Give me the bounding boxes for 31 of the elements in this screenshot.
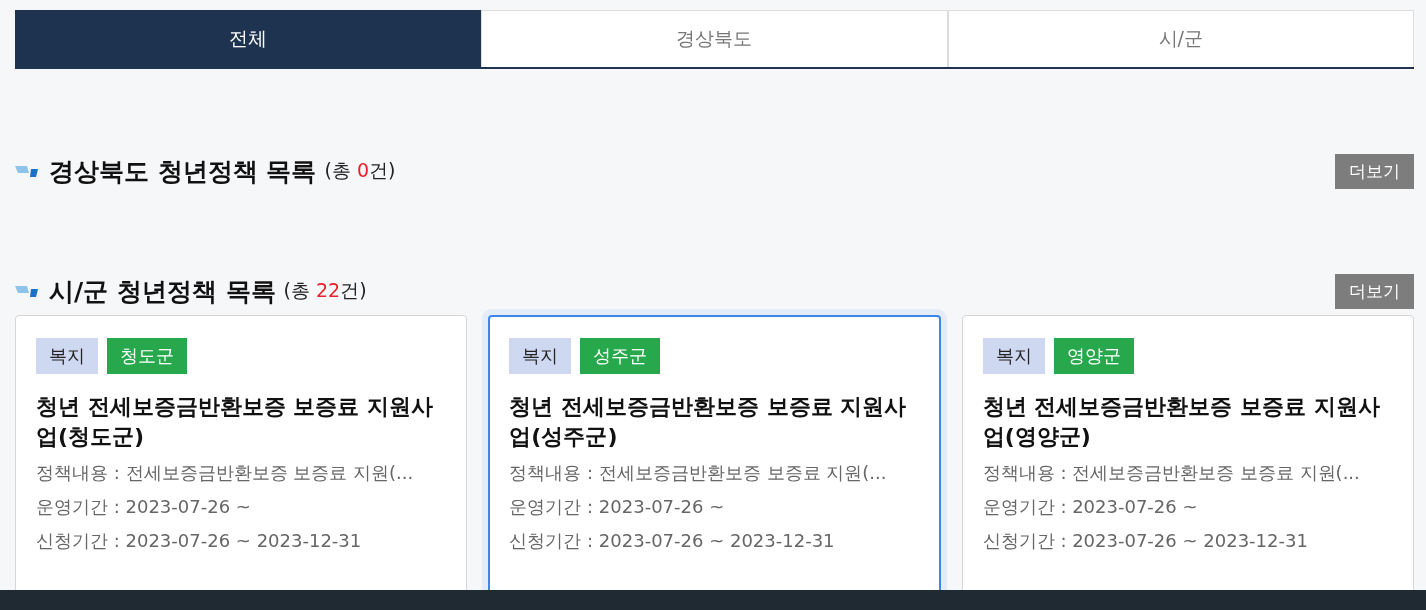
tab[interactable]: 전체 (15, 10, 482, 67)
policy-detail: 신청기간 : 2023-07-26 ~ 2023-12-31 (36, 529, 363, 553)
region-tag: 청도군 (107, 338, 187, 374)
policy-title: 청년 전세보증금반환보증 보증료 지원사업(영양군) (982, 393, 1381, 451)
more-button[interactable]: 더보기 (1335, 273, 1414, 309)
item-count: (총 0건) (324, 158, 396, 183)
policy-card[interactable]: 복지 영양군 청년 전세보증금반환보증 보증료 지원사업(영양군) 정책내용 : 전세보증금반환보증 보증료 지원(... 운영기간 : 2023-07-26 ~ 신청기간 : 2023-07-26 ~ 2023-12-31 (961, 315, 1414, 590)
section-title: 시/군 청년정책 목록 (49, 275, 276, 308)
policy-detail: 정책내용 : 전세보증금반환보증 보증료 지원(... (36, 461, 415, 485)
policy-detail: 정책내용 : 전세보증금반환보증 보증료 지원(... (509, 461, 888, 485)
region-tag: 성주군 (580, 338, 661, 374)
bullet-icon (15, 164, 39, 178)
policy-card[interactable]: 복지 청도군 청년 전세보증금반환보증 보증료 지원사업(청도군) 정책내용 : 전세보증금반환보증 보증료 지원(... 운영기간 : 2023-07-26 ~ 신청기간 : 2023-07-26 ~ 2023-12-31 (15, 315, 468, 590)
item-count: (총 22건) (283, 278, 367, 303)
policy-detail: 신청기간 : 2023-07-26 ~ 2023-12-31 (982, 529, 1309, 553)
region-tag: 영양군 (1053, 338, 1134, 374)
category-tag: 복지 (509, 338, 572, 374)
bullet-icon (15, 284, 39, 298)
policy-title: 청년 전세보증금반환보증 보증료 지원사업(성주군) (509, 393, 908, 451)
policy-detail: 운영기간 : 2023-07-26 ~ (982, 495, 1199, 519)
category-tag: 복지 (36, 338, 98, 374)
policy-detail: 운영기간 : 2023-07-26 ~ (509, 495, 726, 519)
policy-detail: 신청기간 : 2023-07-26 ~ 2023-12-31 (509, 529, 836, 553)
more-button[interactable]: 더보기 (1335, 153, 1414, 189)
category-tag: 복지 (982, 338, 1045, 374)
policy-detail: 운영기간 : 2023-07-26 ~ (36, 495, 252, 519)
tab[interactable]: 경상북도 (481, 10, 948, 67)
policy-detail: 정책내용 : 전세보증금반환보증 보증료 지원(... (982, 461, 1361, 485)
tab[interactable]: 시/군 (947, 10, 1414, 67)
policy-title: 청년 전세보증금반환보증 보증료 지원사업(청도군) (36, 393, 434, 451)
section-title: 경상북도 청년정책 목록 (49, 155, 317, 188)
